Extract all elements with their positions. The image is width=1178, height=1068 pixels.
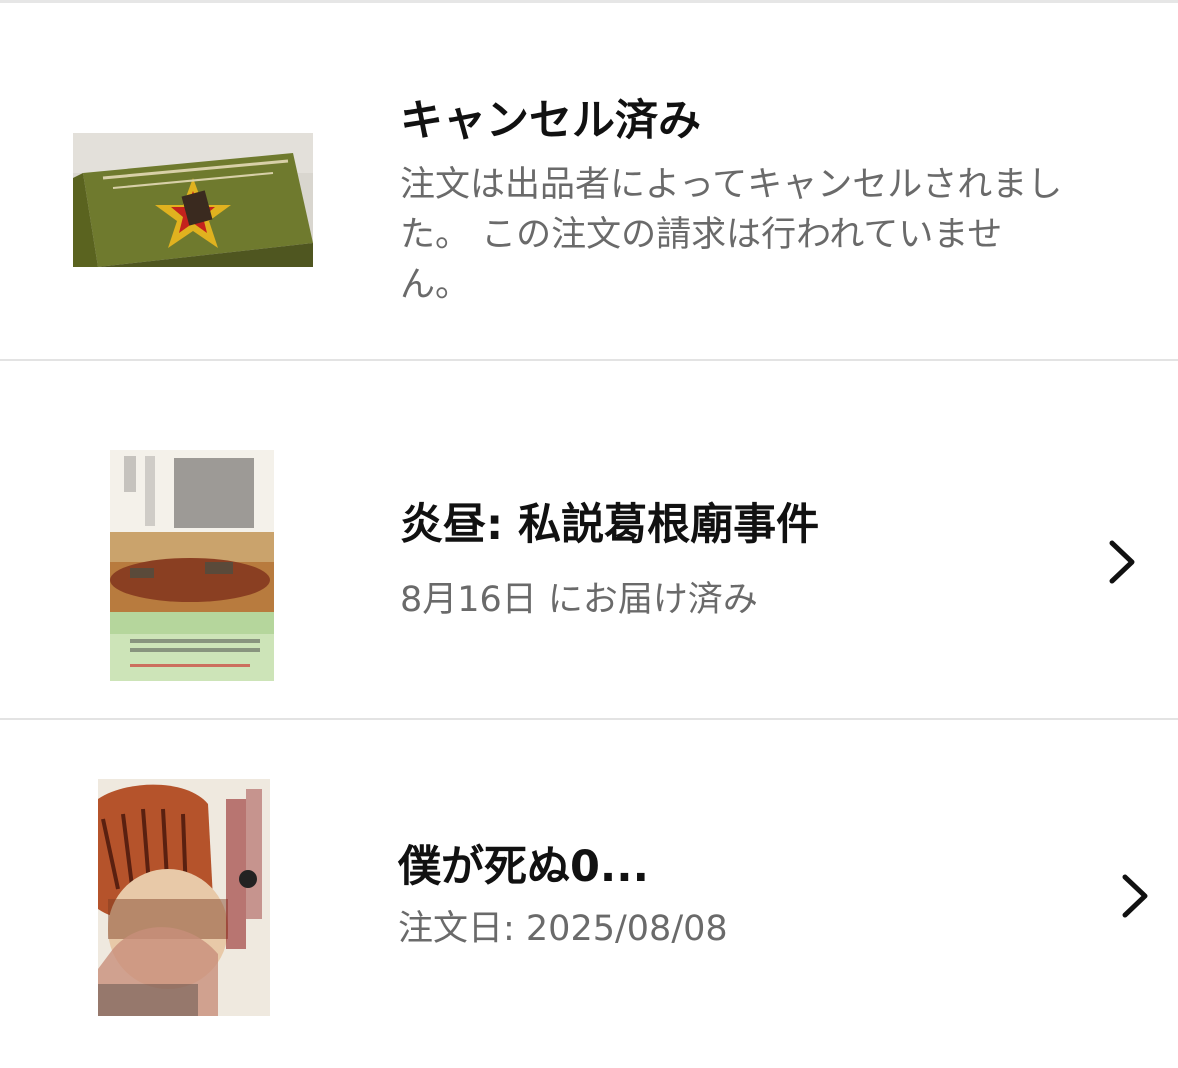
order-item[interactable]: 炎昼: 私説葛根廟事件 8月16日 にお届け済み [0,362,1178,719]
product-thumbnail [98,779,270,1016]
chevron-right-icon[interactable] [1102,537,1142,587]
order-status-title: キャンセル済み [400,96,701,146]
delivery-status: 8月16日 にお届け済み [400,580,758,620]
divider [0,718,1178,720]
book-cover-image [110,450,274,681]
order-date: 注文日: 2025/08/08 [398,909,728,949]
cancellation-message: 注文は出品者によってキャンセルされました。 この注文の請求は行われていません。 [400,165,1063,305]
product-thumbnail [73,133,313,267]
book-cover-image [98,779,270,1016]
book-cover-image [73,133,313,267]
product-title: 僕が死ぬ0... [398,842,649,892]
order-item[interactable]: 僕が死ぬ0... 注文日: 2025/08/08 [0,721,1178,1068]
chevron-right-icon[interactable] [1115,871,1155,921]
product-title: 炎昼: 私説葛根廟事件 [400,500,820,550]
product-thumbnail [110,450,274,681]
divider [0,359,1178,361]
order-item-canceled: キャンセル済み 注文は出品者によってキャンセルされました。 この注文の請求は行わ… [0,3,1178,360]
